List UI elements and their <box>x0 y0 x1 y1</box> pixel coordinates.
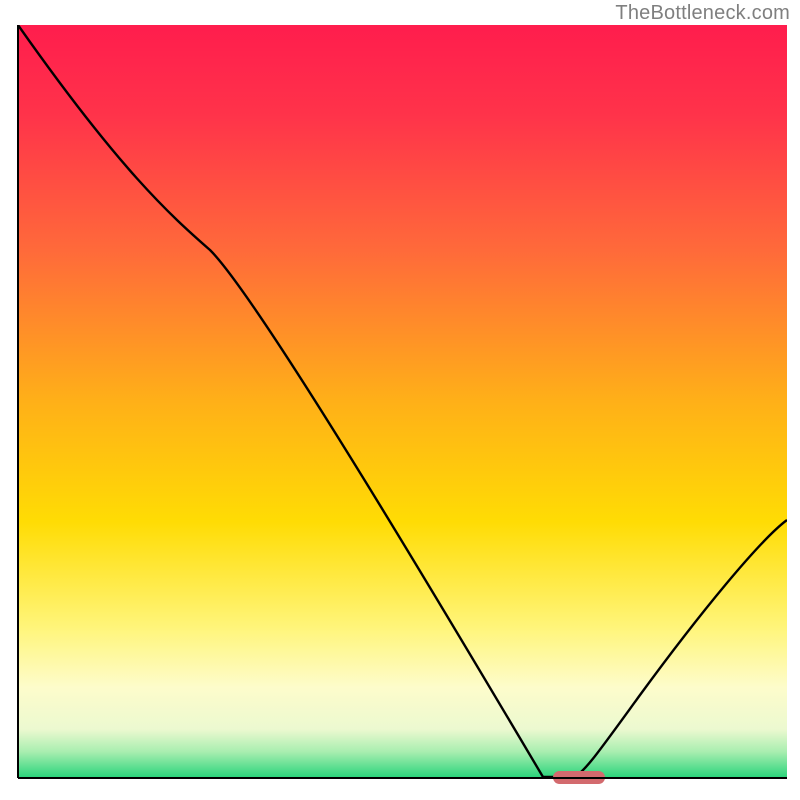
plot-background <box>18 25 787 778</box>
chart-container: TheBottleneck.com <box>0 0 800 800</box>
bottleneck-chart <box>0 0 800 800</box>
attribution-label: TheBottleneck.com <box>615 2 790 25</box>
